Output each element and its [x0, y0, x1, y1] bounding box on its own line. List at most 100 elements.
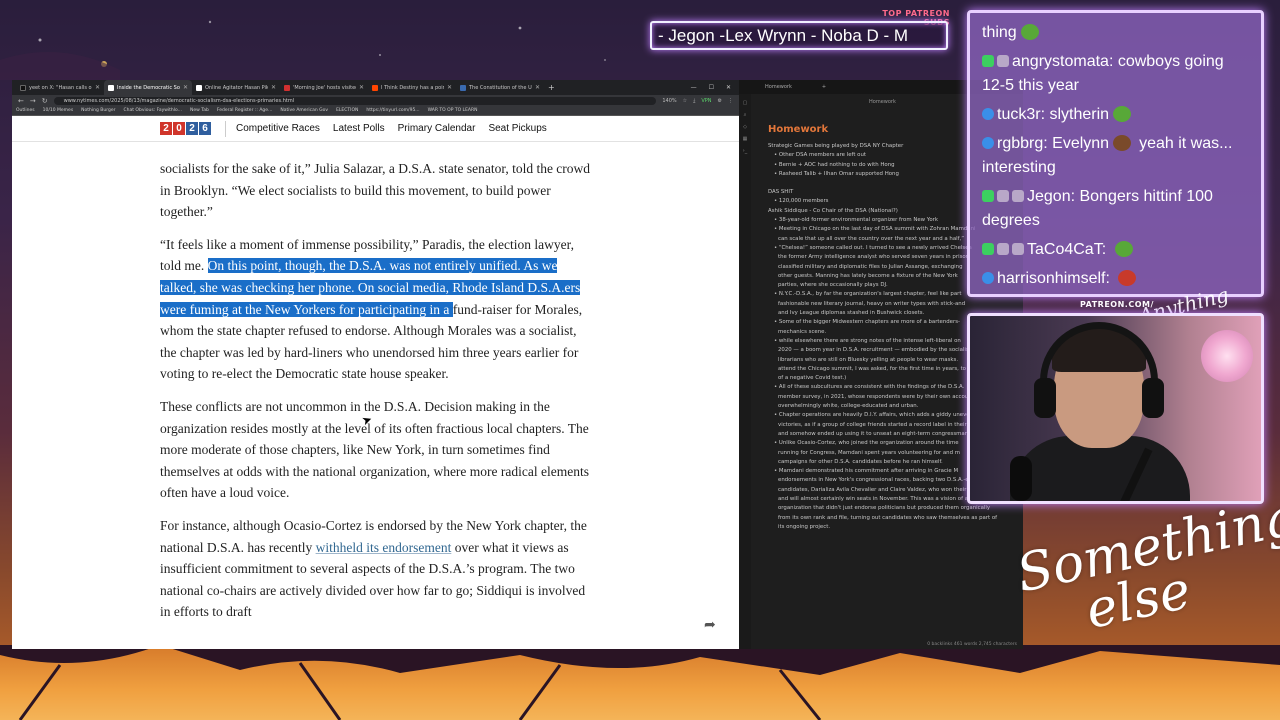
note-line: fashionable new literary journal, heavy …: [778, 300, 966, 307]
graph-icon[interactable]: ◇: [739, 124, 751, 130]
chat-badge-icon: [997, 55, 1009, 67]
frog-emote-icon: [1020, 24, 1039, 40]
frog-emote-icon: [1113, 106, 1132, 122]
webcam-feed: [967, 313, 1264, 504]
chat-username[interactable]: tuck3r: [997, 106, 1041, 123]
bookmark-item[interactable]: Outlines: [16, 108, 35, 113]
extensions-icon[interactable]: ⚙: [718, 98, 722, 104]
bookmark-item[interactable]: ELECTION: [336, 108, 358, 113]
microphone-icon: [1010, 456, 1032, 501]
chat-badge-icon: [1012, 243, 1024, 255]
something-else-logo: Something else: [1011, 486, 1280, 641]
chat-separator: :: [1108, 53, 1118, 70]
chat-badge-icon: [997, 190, 1009, 202]
x-logo-icon: [20, 84, 26, 91]
browser-tab-bar: yeet on X: "Hasan calls out the✕ Inside …: [12, 80, 739, 95]
patreon-subs-marquee: - Jegon -Lex Wrynn - Noba D - M: [650, 21, 948, 50]
address-bar-row: ← → ↻ www.nytimes.com/2025/08/13/magazin…: [12, 95, 739, 106]
note-line: from its own rank and file, turning out …: [778, 514, 998, 521]
share-icon[interactable]: ➦: [704, 617, 716, 633]
url-bar[interactable]: www.nytimes.com/2025/08/13/magazine/demo…: [53, 96, 657, 105]
close-tab-icon[interactable]: ✕: [95, 84, 100, 91]
browser-window: yeet on X: "Hasan calls out the✕ Inside …: [12, 80, 739, 649]
chat-message: angrystomata: cowboys going 12-5 this ye…: [982, 50, 1249, 98]
browser-tab[interactable]: The Constitution of the United✕: [456, 80, 544, 95]
command-icon[interactable]: ›_: [739, 148, 751, 154]
chat-badge-icon: [982, 243, 994, 255]
bookmark-item[interactable]: Nothing Burger: [81, 108, 115, 113]
chat-username[interactable]: rgbbrg: [997, 135, 1043, 152]
chat-badge-icon: [982, 55, 994, 67]
chat-separator: :: [1105, 270, 1115, 287]
background-horizon: [0, 645, 1280, 720]
chat-overlay: thing angrystomata: cowboys going 12-5 th…: [967, 10, 1264, 297]
bookmark-item[interactable]: Chat Obvious: Faywithlo...: [123, 108, 182, 113]
bookmark-item[interactable]: New Tab: [190, 108, 209, 113]
bookmark-item[interactable]: Native American Gov: [280, 108, 328, 113]
forward-icon[interactable]: →: [30, 97, 36, 105]
zoom-level[interactable]: 140%: [662, 98, 676, 104]
chat-text: slytherin: [1049, 106, 1110, 123]
article-paragraph: “It feels like a moment of immense possi…: [160, 236, 583, 382]
reload-icon[interactable]: ↻: [42, 97, 48, 105]
search-icon[interactable]: ⌕: [739, 112, 751, 118]
note-line: its ongoing project.: [778, 523, 831, 530]
close-tab-icon[interactable]: ✕: [535, 84, 540, 91]
chat-username[interactable]: Jegon: [1027, 188, 1071, 205]
chat-username[interactable]: angrystomata: [1012, 53, 1109, 70]
election-2026-logo[interactable]: 2026: [160, 122, 211, 135]
browser-tab-active[interactable]: Inside the Democratic Socialist✕: [104, 80, 192, 95]
bookmark-item[interactable]: 10/10 Memes: [43, 108, 74, 113]
bookmarks-bar: Outlines 10/10 Memes Nothing Burger Chat…: [12, 106, 739, 116]
chat-badge-icon: [982, 190, 994, 202]
endorsement-link[interactable]: withheld its endorsement: [316, 540, 452, 555]
close-tab-icon[interactable]: ✕: [359, 84, 364, 91]
download-icon[interactable]: ⤓: [693, 98, 695, 104]
back-icon[interactable]: ←: [18, 97, 24, 105]
new-tab-icon[interactable]: +: [548, 83, 555, 92]
chat-username[interactable]: TaCo4CaT: [1027, 241, 1102, 258]
bookmark-item[interactable]: WAR TO OP TO LEARN: [428, 108, 478, 113]
headphones-icon: [1040, 322, 1158, 392]
close-window-icon[interactable]: ✕: [726, 84, 731, 91]
bookmark-star-icon[interactable]: ☆: [683, 98, 687, 104]
close-tab-icon[interactable]: ✕: [183, 84, 188, 91]
browser-tab[interactable]: yeet on X: "Hasan calls out the✕: [16, 80, 104, 95]
nav-link-latest-polls[interactable]: Latest Polls: [333, 123, 385, 134]
vpn-badge[interactable]: VPN: [701, 98, 711, 104]
article-body: socialists for the sake of it,” Julia Sa…: [160, 158, 592, 634]
headphone-earcup: [1034, 378, 1056, 418]
face-emote-icon: [1113, 135, 1132, 151]
close-tab-icon[interactable]: ✕: [271, 84, 276, 91]
nav-link-primary-calendar[interactable]: Primary Calendar: [398, 123, 476, 134]
note-line: organization that didn't just endorse po…: [778, 505, 991, 512]
files-icon[interactable]: ▢: [739, 100, 751, 106]
maximize-icon[interactable]: ☐: [709, 84, 714, 91]
browser-tab[interactable]: I Think Destiny has a point abo✕: [368, 80, 456, 95]
minimize-icon[interactable]: —: [691, 84, 697, 91]
close-tab-icon[interactable]: ✕: [447, 84, 452, 91]
chat-message: TaCo4CaT:: [982, 238, 1249, 262]
browser-tab[interactable]: Online Agitator Hasan Piker Is P✕: [192, 80, 280, 95]
nav-link-competitive-races[interactable]: Competitive Races: [236, 123, 320, 134]
lamp: [1201, 330, 1253, 382]
chat-username[interactable]: harrisonhimself: [997, 270, 1105, 287]
new-note-tab-icon[interactable]: +: [822, 84, 826, 90]
menu-icon[interactable]: ⋮: [728, 98, 733, 104]
reddit-logo-icon: [372, 84, 378, 91]
notes-tab[interactable]: Homework: [765, 84, 792, 90]
document-logo-icon: [460, 84, 466, 91]
bookmark-item[interactable]: Federal Register :: Age...: [217, 108, 272, 113]
chat-message: tuck3r: slytherin: [982, 103, 1249, 127]
nyt-logo-icon: [108, 84, 114, 91]
chat-message: thing: [982, 21, 1249, 45]
palm-silhouettes: [0, 645, 1280, 720]
browser-tab[interactable]: 'Morning Joe' hosts visited Ma✕: [280, 80, 368, 95]
site-nav: 2026 Competitive Races Latest Polls Prim…: [12, 116, 739, 142]
headphone-earcup: [1142, 378, 1164, 418]
calendar-icon[interactable]: ▦: [739, 136, 751, 142]
chat-separator: :: [1101, 241, 1111, 258]
chat-badge-icon: [997, 243, 1009, 255]
bookmark-item[interactable]: https://tinyurl.com/95...: [366, 108, 419, 113]
nav-link-seat-pickups[interactable]: Seat Pickups: [488, 123, 546, 134]
